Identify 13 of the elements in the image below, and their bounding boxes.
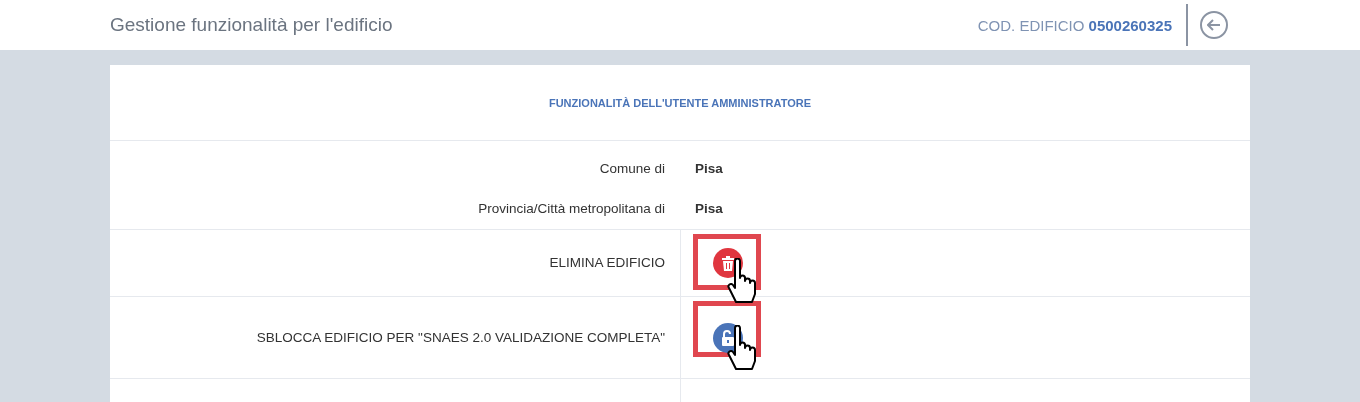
field-label: Provincia/Città metropolitana di [478,200,666,218]
left-arrow-icon [1207,19,1221,31]
page-title: Gestione funzionalità per l'edificio [110,14,394,36]
unlocked-padlock-icon [721,329,735,346]
field-value: Pisa [694,200,723,218]
building-code: COD. EDIFICIO 0500260325 [977,16,1172,34]
action-label: SBLOCCA EDIFICIO PER "SNAES 2.0 VALIDAZIONE COMPLETA" [256,328,666,347]
field-label: Comune di [599,160,666,178]
field-value: Pisa [694,160,723,178]
card-title: FUNZIONALITÀ DELL'UTENTE AMMINISTRATORE [548,96,812,109]
trash-icon [721,255,735,271]
back-button[interactable] [1200,11,1228,39]
action-label: ELIMINA EDIFICIO [549,254,666,272]
